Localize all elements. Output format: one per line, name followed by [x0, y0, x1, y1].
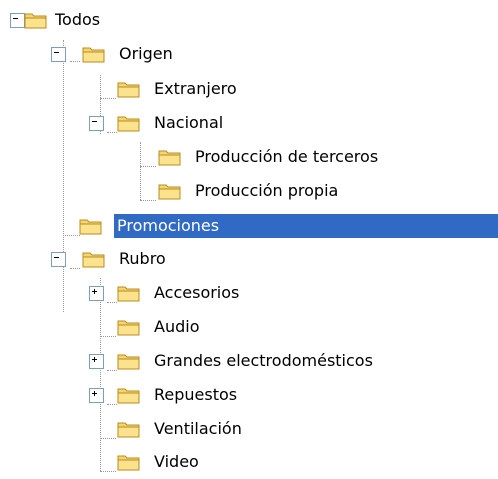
tree-node-ventilacion[interactable]: Ventilación [0, 417, 498, 445]
tree-node-todos[interactable]: Todos [0, 8, 498, 36]
expand-icon[interactable] [89, 286, 104, 301]
tree-node-label: Video [154, 452, 199, 471]
tree-node-label: Ventilación [154, 419, 242, 438]
tree-node-promociones[interactable]: Promociones [0, 214, 498, 242]
folder-icon [117, 419, 141, 439]
folder-icon [117, 317, 141, 337]
collapse-icon[interactable] [51, 47, 66, 62]
tree-node-video[interactable]: Video [0, 450, 498, 478]
tree-node-label: Rubro [119, 249, 166, 268]
folder-icon [117, 283, 141, 303]
folder-icon [158, 147, 182, 167]
expand-icon[interactable] [89, 388, 104, 403]
tree-node-label: Producción de terceros [195, 147, 379, 166]
tree-node-label: Accesorios [154, 283, 240, 302]
tree-node-produccion-terceros[interactable]: Producción de terceros [0, 145, 498, 173]
folder-icon [117, 351, 141, 371]
tree-node-label: Repuestos [154, 385, 238, 404]
folder-icon [24, 10, 48, 30]
tree-node-extranjero[interactable]: Extranjero [0, 77, 498, 105]
folder-icon [117, 113, 141, 133]
tree-node-label: Audio [154, 317, 200, 336]
tree-node-produccion-propia[interactable]: Producción propia [0, 179, 498, 207]
tree-node-label: Promociones [114, 214, 498, 238]
expand-icon[interactable] [89, 354, 104, 369]
tree-node-audio[interactable]: Audio [0, 315, 498, 343]
tree-node-grandes-electrodomesticos[interactable]: Grandes electrodomésticos [0, 349, 498, 377]
tree-node-origen[interactable]: Origen [0, 42, 498, 70]
folder-icon [79, 216, 103, 236]
collapse-icon[interactable] [10, 13, 25, 28]
folder-icon [117, 79, 141, 99]
folder-icon [82, 44, 106, 64]
collapse-icon[interactable] [89, 116, 104, 131]
tree-node-label: Todos [55, 10, 101, 29]
tree-node-label: Origen [119, 44, 173, 63]
folder-icon [158, 181, 182, 201]
tree-node-accesorios[interactable]: Accesorios [0, 281, 498, 309]
folder-tree: Todos Origen Extranjero Nacional Producción … [0, 0, 498, 479]
tree-node-label: Nacional [154, 113, 224, 132]
tree-node-label: Producción propia [195, 181, 339, 200]
collapse-icon[interactable] [51, 252, 66, 267]
folder-icon [117, 452, 141, 472]
tree-node-nacional[interactable]: Nacional [0, 111, 498, 139]
folder-icon [82, 249, 106, 269]
folder-icon [117, 385, 141, 405]
tree-node-label: Grandes electrodomésticos [154, 351, 373, 370]
tree-node-repuestos[interactable]: Repuestos [0, 383, 498, 411]
tree-node-label: Extranjero [154, 79, 237, 98]
tree-node-rubro[interactable]: Rubro [0, 247, 498, 275]
